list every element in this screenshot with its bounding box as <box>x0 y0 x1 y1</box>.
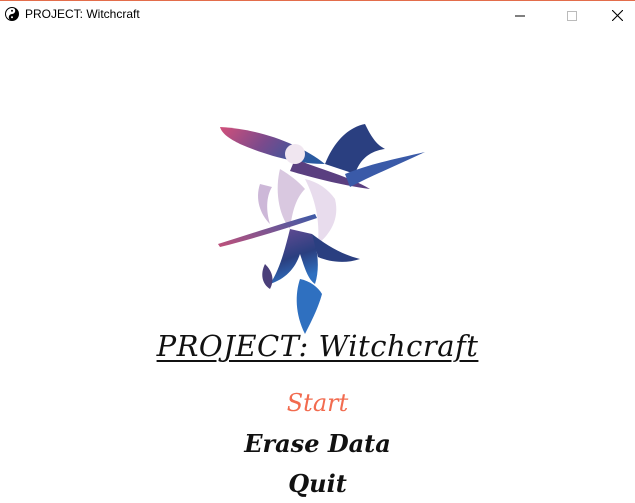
close-icon <box>611 6 623 25</box>
maximize-icon <box>567 6 577 25</box>
game-title: PROJECT: Witchcraft <box>156 329 479 363</box>
window-title: PROJECT: Witchcraft <box>25 7 140 21</box>
menu-erase-data[interactable]: Erase Data <box>0 429 635 458</box>
close-button[interactable] <box>594 1 635 29</box>
witch-silhouette-illustration <box>218 124 425 334</box>
title-bar[interactable]: PROJECT: Witchcraft <box>0 1 635 29</box>
maximize-button[interactable] <box>549 1 595 29</box>
minimize-button[interactable] <box>497 1 543 29</box>
game-window: PROJECT: Witchcraft PROJECT: Witchcraft … <box>0 0 635 502</box>
menu-start[interactable]: Start <box>0 389 635 417</box>
title-screen: PROJECT: Witchcraft Start Erase Data Qui… <box>0 29 635 503</box>
menu-quit[interactable]: Quit <box>0 469 635 498</box>
minimize-icon <box>515 6 525 25</box>
yin-yang-icon <box>5 6 19 21</box>
